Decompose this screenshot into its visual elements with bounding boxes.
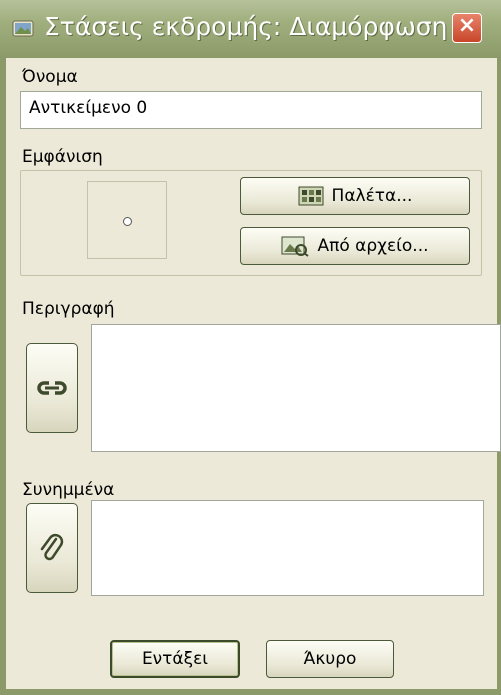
palette-icon [298,186,324,206]
name-label: Όνομα [22,67,78,87]
appearance-group: Παλέτα... Από αρχείο... [20,170,482,276]
attach-button[interactable] [26,503,78,593]
attachments-textarea[interactable] [91,500,484,596]
image-file-icon [281,236,310,257]
window-frame-bottom [0,689,501,695]
close-icon: × [457,13,477,38]
description-label: Περιγραφή [22,299,115,319]
ok-button[interactable]: Εντάξει [110,640,240,678]
link-icon [37,381,67,395]
link-button[interactable] [26,343,78,433]
name-input[interactable]: Αντικείμενο 0 [20,91,482,129]
description-textarea[interactable] [91,324,501,452]
from-file-button-label: Από αρχείο... [317,236,429,256]
ok-button-label: Εντάξει [141,649,209,669]
cancel-button[interactable]: Άκυρο [266,640,394,678]
window-app-icon [12,20,34,37]
window-title: Στάσεις εκδρομής: Διαμόρφωση [44,12,448,41]
appearance-label: Εμφάνιση [22,147,103,167]
dialog-window: Στάσεις εκδρομής: Διαμόρφωση × Όνομα Αντ… [0,0,501,695]
palette-button[interactable]: Παλέτα... [240,177,470,215]
cancel-button-label: Άκυρο [303,649,357,669]
palette-button-label: Παλέτα... [331,186,413,206]
attachments-label: Συνημμένα [22,480,115,500]
close-button[interactable]: × [452,13,482,43]
title-bar[interactable]: Στάσεις εκδρομής: Διαμόρφωση × [0,0,501,58]
paperclip-icon [40,533,64,561]
symbol-dot [123,217,132,226]
from-file-button[interactable]: Από αρχείο... [240,227,470,265]
symbol-preview [87,181,167,259]
window-frame-left [0,58,6,695]
